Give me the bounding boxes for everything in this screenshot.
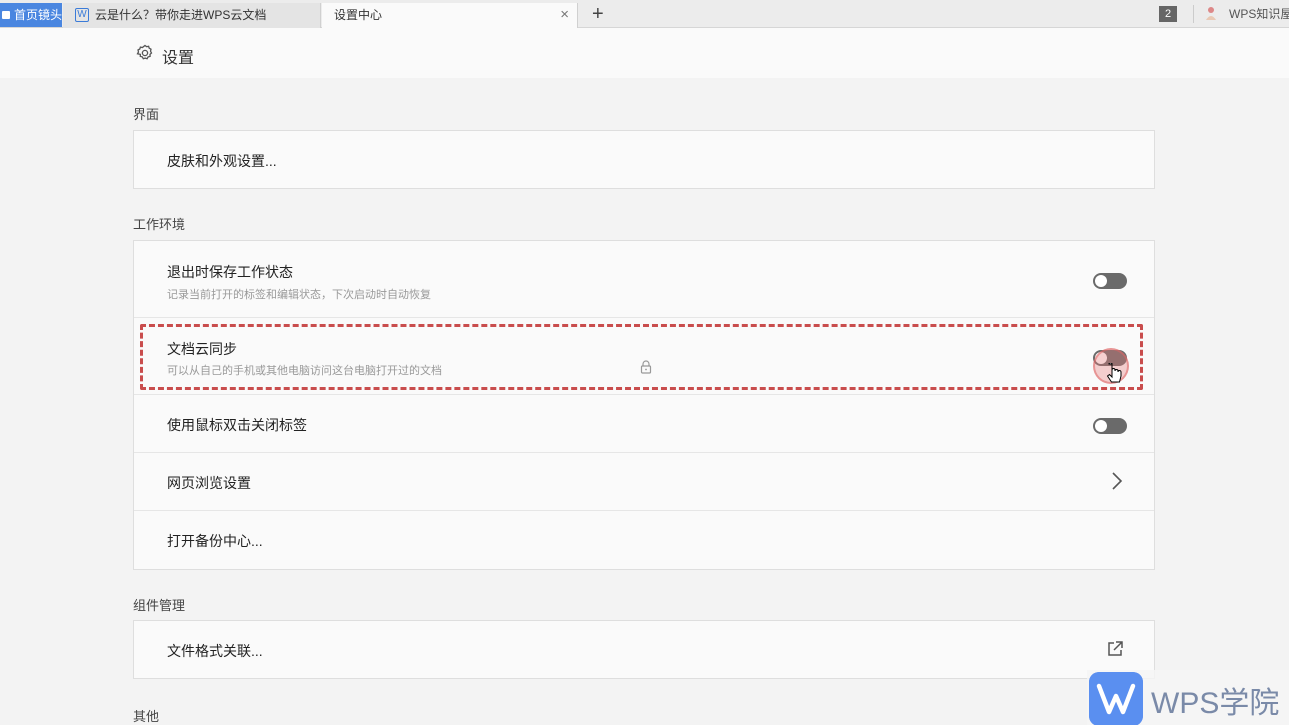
- setting-description: 记录当前打开的标签和编辑状态，下次启动时自动恢复: [167, 289, 431, 301]
- watermark-text: WPS学院: [1151, 687, 1280, 720]
- setting-row-double-click-close: 使用鼠标双击关闭标签: [134, 395, 1154, 453]
- double-click-close-toggle[interactable]: [1093, 418, 1127, 434]
- toolbar-divider: [1193, 5, 1194, 23]
- tab-settings-label: 设置中心: [334, 8, 383, 22]
- setting-row-web-browse[interactable]: 网页浏览设置: [134, 453, 1154, 511]
- close-icon[interactable]: ×: [560, 3, 569, 27]
- tab-home-label: 首页镜头: [14, 8, 62, 22]
- section-label-interface: 界面: [133, 107, 160, 122]
- card-components: 文件格式关联...: [133, 620, 1155, 679]
- setting-title: 打开备份中心...: [167, 533, 263, 549]
- card-interface: 皮肤和外观设置...: [133, 130, 1155, 189]
- pointer-cursor-icon: [1107, 363, 1122, 383]
- setting-title: 皮肤和外观设置...: [167, 153, 277, 169]
- new-tab-button[interactable]: +: [592, 2, 604, 26]
- setting-row-backup-center[interactable]: 打开备份中心...: [134, 511, 1154, 569]
- gear-icon: [136, 44, 153, 60]
- chevron-right-icon: [1112, 472, 1123, 490]
- save-state-toggle[interactable]: [1093, 273, 1127, 289]
- setting-title: 网页浏览设置: [167, 475, 251, 491]
- tab-home[interactable]: 首页镜头: [0, 3, 62, 27]
- settings-header: 设置: [0, 28, 1289, 78]
- lock-icon: [640, 360, 652, 374]
- user-name[interactable]: WPS知识屋: [1229, 5, 1289, 22]
- tab-bar: 首页镜头 W 云是什么？带你走进WPS云文档 设置中心 × + 2 WPS知识屋: [0, 0, 1289, 28]
- window-count-badge[interactable]: 2: [1159, 6, 1177, 22]
- setting-row-file-association[interactable]: 文件格式关联...: [134, 621, 1154, 678]
- setting-row-save-state: 退出时保存工作状态 记录当前打开的标签和编辑状态，下次启动时自动恢复: [134, 241, 1154, 318]
- page-title: 设置: [162, 50, 195, 67]
- section-label-other: 其他: [133, 709, 160, 724]
- setting-title: 退出时保存工作状态: [167, 264, 293, 280]
- section-label-workspace: 工作环境: [133, 217, 186, 232]
- setting-title: 文件格式关联...: [167, 643, 263, 659]
- camera-icon: [2, 11, 10, 19]
- tab-settings[interactable]: 设置中心 ×: [322, 3, 578, 28]
- setting-title: 文档云同步: [167, 341, 237, 357]
- setting-title: 使用鼠标双击关闭标签: [167, 417, 307, 433]
- section-label-components: 组件管理: [133, 598, 186, 613]
- setting-description: 可以从自己的手机或其他电脑访问这台电脑打开过的文档: [167, 365, 442, 377]
- wps-academy-watermark: WPS学院: [1087, 670, 1289, 725]
- setting-row-cloud-sync: 文档云同步 可以从自己的手机或其他电脑访问这台电脑打开过的文档: [134, 318, 1154, 395]
- wps-logo-icon: [1089, 672, 1143, 725]
- avatar[interactable]: [1205, 6, 1217, 20]
- tab-cloud-doc-label: 云是什么？带你走进WPS云文档: [95, 8, 267, 22]
- setting-row-skin[interactable]: 皮肤和外观设置...: [134, 131, 1154, 188]
- card-workspace: 退出时保存工作状态 记录当前打开的标签和编辑状态，下次启动时自动恢复 文档云同步…: [133, 240, 1155, 570]
- tab-cloud-doc[interactable]: W 云是什么？带你走进WPS云文档: [63, 3, 321, 28]
- external-link-icon: [1108, 641, 1123, 656]
- wps-writer-icon: W: [75, 8, 89, 22]
